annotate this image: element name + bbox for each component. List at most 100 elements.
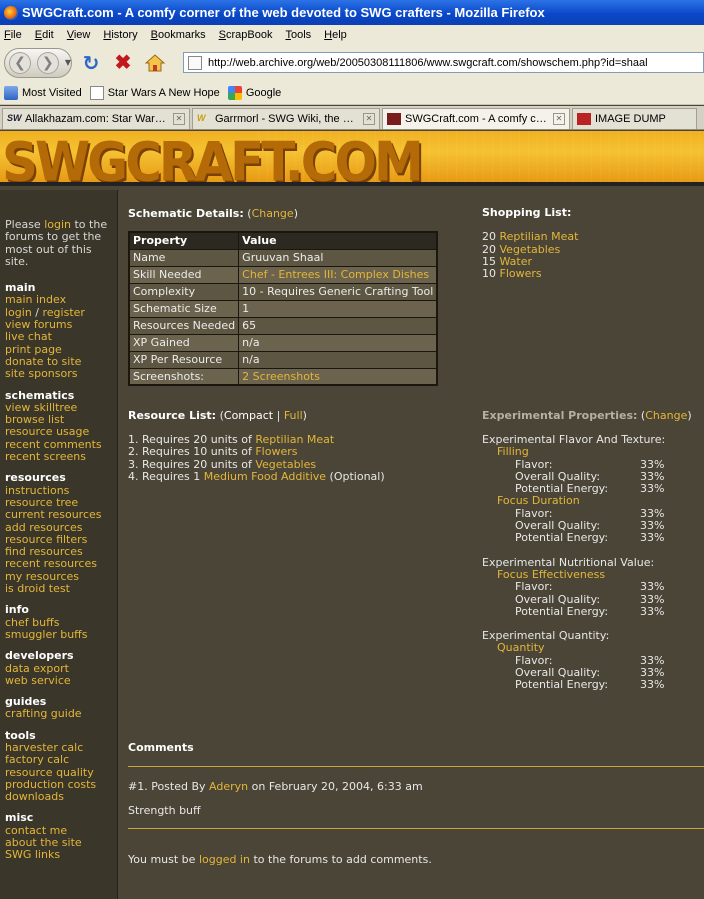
resource-link[interactable]: Medium Food Additive	[204, 470, 326, 483]
logged-in-link[interactable]: logged in	[199, 853, 250, 866]
resource-link[interactable]: Vegetables	[255, 458, 316, 471]
property-cell: Screenshots:	[128, 367, 240, 386]
section-heading: Shopping List:	[482, 206, 572, 219]
sidebar-heading: developers	[5, 649, 74, 663]
resource-link[interactable]: Reptilian Meat	[255, 433, 334, 446]
menu-history[interactable]: History	[103, 29, 137, 41]
sidebar-item-downloads[interactable]: downloads	[5, 790, 117, 803]
shopping-resource-link[interactable]: Vegetables	[500, 243, 561, 256]
sidebar-item-is-droid-test[interactable]: is droid test	[5, 582, 117, 595]
experimental-value: 33%	[640, 592, 665, 606]
login-prompt-text: Please	[5, 218, 45, 231]
experimental-label: Flavor:	[515, 580, 553, 594]
value-cell: Gruuvan Shaal	[238, 248, 438, 267]
compact-view-link[interactable]: Compact	[224, 409, 273, 422]
history-dropdown-icon[interactable]: ▼	[65, 58, 71, 67]
stop-icon[interactable]: ✖	[110, 50, 136, 76]
tab-image-dump[interactable]: IMAGE DUMP	[572, 108, 697, 129]
tab-allakhazam[interactable]: SW Allakhazam.com: Star Wars G... ✕	[2, 108, 190, 129]
full-view-link[interactable]: Full	[284, 409, 303, 422]
tab-label: Allakhazam.com: Star Wars G...	[25, 113, 169, 125]
shopping-qty: 20	[482, 242, 496, 256]
window-title: SWGCraft.com - A comfy corner of the web…	[22, 5, 545, 20]
experimental-row: Flavor: 33%	[482, 580, 702, 594]
close-tab-icon[interactable]: ✕	[363, 113, 375, 125]
bookmark-most-visited[interactable]: Most Visited	[4, 85, 82, 100]
shopping-resource-link[interactable]: Flowers	[500, 267, 542, 280]
bookmark-star-wars[interactable]: Star Wars A New Hope	[89, 85, 220, 100]
sidebar-item-crafting-guide[interactable]: crafting guide	[5, 708, 117, 721]
sidebar-item-add-resources[interactable]: add resources	[5, 521, 117, 534]
sidebar-item-current-resources[interactable]: current resources	[5, 508, 117, 521]
resource-items: 1. Requires 20 units of Reptilian Meat 2.…	[128, 433, 385, 483]
sidebar-heading: misc	[5, 811, 34, 825]
sidebar-login-link[interactable]: login	[44, 218, 71, 231]
sidebar-link-login[interactable]: login	[5, 306, 32, 319]
sidebar-item-recent-screens[interactable]: recent screens	[5, 450, 117, 463]
menu-help[interactable]: Help	[324, 29, 347, 41]
forward-arrow-icon[interactable]: ❯	[36, 51, 59, 74]
sidebar-item-resource-usage[interactable]: resource usage	[5, 426, 117, 439]
value-cell: 10 - Requires Generic Crafting Tool	[238, 282, 438, 301]
sidebar-item-factory-calc[interactable]: factory calc	[5, 753, 117, 766]
address-bar[interactable]: http://web.archive.org/web/2005030811180…	[183, 52, 704, 73]
comment-text: Strength buff	[128, 804, 201, 817]
shopping-qty: 15	[482, 254, 496, 268]
experimental-subgroup-link[interactable]: Focus Duration	[482, 495, 702, 508]
menu-tools[interactable]: Tools	[285, 29, 311, 41]
value-link[interactable]: 2 Screenshots	[242, 370, 320, 383]
experimental-label: Overall Quality:	[515, 592, 601, 606]
close-tab-icon[interactable]: ✕	[173, 113, 185, 125]
back-arrow-icon[interactable]: ❮	[9, 51, 31, 74]
tab-garrmorl[interactable]: W Garrmorl - SWG Wiki, the Star... ✕	[192, 108, 380, 129]
table-row: XP Gained n/a	[128, 333, 438, 352]
experimental-subgroup-link[interactable]: Quantity	[482, 642, 702, 655]
menu-scrapbook[interactable]: ScrapBook	[219, 29, 273, 41]
home-icon[interactable]	[142, 50, 168, 76]
experimental-value: 33%	[640, 580, 665, 594]
shopping-resource-link[interactable]: Reptilian Meat	[500, 230, 579, 243]
menu-view[interactable]: View	[67, 29, 91, 41]
resource-text: 1. Requires 20 units of	[128, 433, 256, 446]
change-schematic-link[interactable]: Change	[252, 207, 294, 220]
experimental-subgroup-link[interactable]: Filling	[482, 445, 702, 458]
bookmark-google[interactable]: Google	[227, 85, 281, 100]
comment-author-link[interactable]: Aderyn	[209, 780, 248, 793]
sidebar-item-web-service[interactable]: web service	[5, 674, 117, 687]
change-experimental-link[interactable]: Change	[645, 409, 687, 422]
allakhazam-icon: SW	[7, 113, 22, 123]
sidebar-item-data-export[interactable]: data export	[5, 662, 117, 675]
sidebar: Please login to the forums to get the mo…	[0, 190, 118, 899]
paren: )	[293, 207, 298, 220]
bookmark-label: Most Visited	[22, 86, 82, 99]
property-cell: Complexity	[128, 282, 240, 301]
sidebar-item-live-chat[interactable]: live chat	[5, 331, 117, 344]
sidebar-item-swg-links[interactable]: SWG links	[5, 849, 117, 862]
experimental-row: Potential Energy: 33%	[482, 531, 702, 545]
menu-edit[interactable]: Edit	[35, 29, 54, 41]
menu-bookmarks[interactable]: Bookmarks	[151, 29, 206, 41]
schematic-properties-table: Property Value Name Gruuvan Shaal Skill Ne…	[128, 231, 439, 386]
menu-file[interactable]: File	[4, 29, 22, 41]
resource-link[interactable]: Flowers	[255, 445, 297, 458]
experimental-properties: Experimental Flavor And Texture: Filling F…	[482, 433, 702, 704]
sidebar-item-recent-resources[interactable]: recent resources	[5, 558, 117, 571]
sidebar-heading: resources	[5, 471, 66, 485]
value-cell: n/a	[238, 350, 438, 369]
sidebar-heading: info	[5, 603, 29, 617]
experimental-label: Potential Energy:	[515, 531, 609, 545]
experimental-label: Potential Energy:	[515, 604, 609, 618]
close-tab-icon[interactable]: ✕	[553, 113, 565, 125]
sidebar-item-smuggler-buffs[interactable]: smuggler buffs	[5, 628, 117, 641]
shopping-resource-link[interactable]: Water	[500, 255, 533, 268]
separator: /	[31, 305, 43, 319]
table-row: Skill Needed Chef - Entrees III: Complex …	[128, 265, 438, 284]
value-link[interactable]: Chef - Entrees III: Complex Dishes	[242, 268, 429, 281]
reload-icon[interactable]: ↻	[78, 50, 104, 76]
tab-swgcraft[interactable]: SWGCraft.com - A comfy cor... ✕	[382, 108, 570, 129]
sidebar-section-misc: misc contact me about the site SWG links	[5, 812, 117, 861]
sidebar-item-site-sponsors[interactable]: site sponsors	[5, 367, 117, 380]
site-logo[interactable]: SWGCRAFT.COM	[2, 131, 424, 182]
table-row: Resources Needed 65	[128, 316, 438, 335]
sidebar-link-register[interactable]: register	[43, 306, 85, 319]
